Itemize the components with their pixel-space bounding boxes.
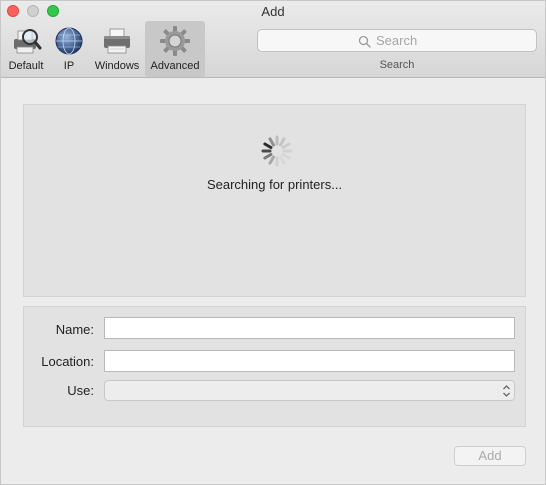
toolbar-default[interactable]: Default xyxy=(5,21,47,77)
use-select[interactable] xyxy=(104,380,515,401)
printer-list[interactable]: Searching for printers... xyxy=(23,104,526,297)
toolbar-advanced-label: Advanced xyxy=(150,60,200,72)
toolbar-ip-label: IP xyxy=(63,60,75,72)
search-field[interactable] xyxy=(257,29,537,52)
toolbar-default-label: Default xyxy=(8,60,44,72)
advanced-gear-icon xyxy=(160,26,190,56)
ip-globe-icon xyxy=(55,27,83,55)
toolbar-advanced[interactable]: Advanced xyxy=(145,21,205,77)
search-caption: Search xyxy=(379,59,415,71)
toolbar-windows[interactable]: Windows xyxy=(91,21,143,77)
name-field[interactable] xyxy=(104,317,515,339)
loading-spinner-icon xyxy=(261,135,293,167)
chevron-up-down-icon xyxy=(503,385,510,397)
add-button[interactable]: Add xyxy=(454,446,526,466)
toolbar-windows-label: Windows xyxy=(94,60,140,72)
window-title: Add xyxy=(261,4,285,19)
default-printer-icon xyxy=(14,29,42,54)
windows-printer-icon xyxy=(104,28,130,54)
toolbar-ip[interactable]: IP xyxy=(51,21,87,77)
use-label: Use: xyxy=(67,383,94,398)
title-toolbar: Add Default IP Windows Advanced Search S… xyxy=(1,1,545,78)
printer-details-form: Name: Location: Use: xyxy=(23,306,526,427)
location-field[interactable] xyxy=(104,350,515,372)
searching-status-text: Searching for printers... xyxy=(206,177,343,192)
location-label: Location: xyxy=(41,354,94,369)
search-input[interactable] xyxy=(258,30,536,51)
add-printer-window: Add Default IP Windows Advanced Search S… xyxy=(0,0,546,485)
name-label: Name: xyxy=(55,322,94,337)
